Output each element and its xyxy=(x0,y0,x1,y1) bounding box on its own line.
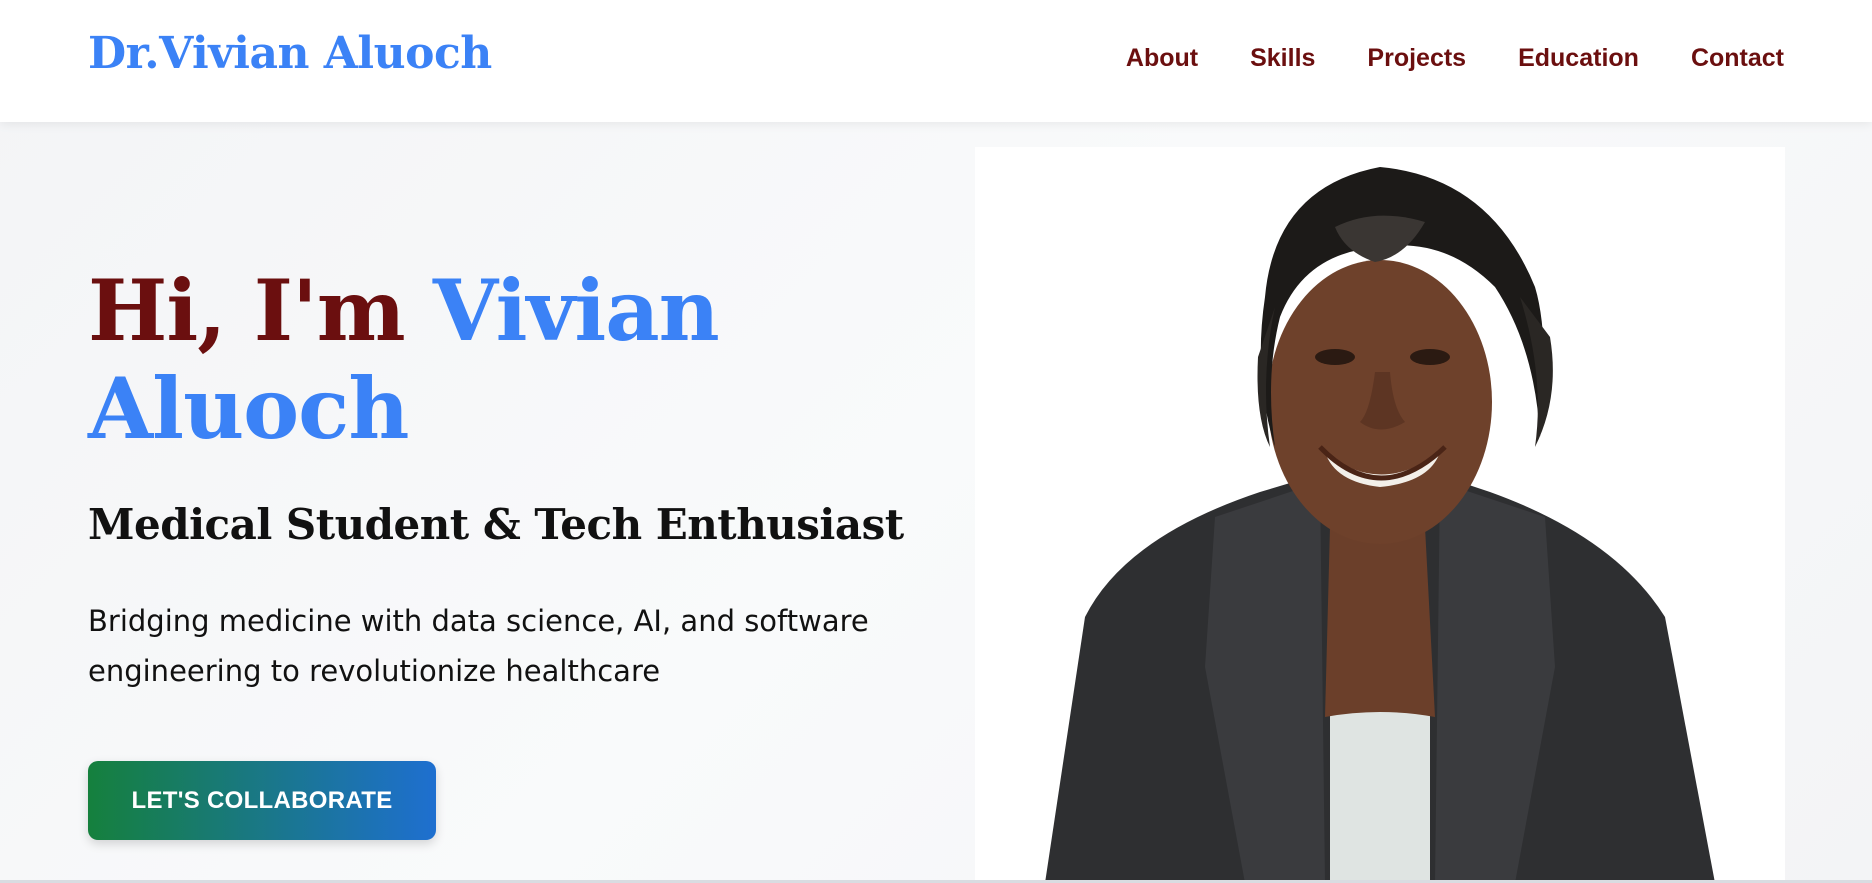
brand-logo[interactable]: Dr.Vivian Aluoch xyxy=(88,28,492,79)
navbar: Dr.Vivian Aluoch About Skills Projects E… xyxy=(0,0,1872,122)
profile-photo xyxy=(975,147,1785,883)
hero-subtitle: Medical Student & Tech Enthusiast xyxy=(88,500,904,549)
collaborate-button[interactable]: LET'S COLLABORATE xyxy=(88,761,436,840)
portrait-illustration xyxy=(975,147,1785,883)
nav-links: About Skills Projects Education Contact xyxy=(1126,44,1784,73)
hero-greeting: Hi, I'm xyxy=(88,261,406,360)
nav-link-contact[interactable]: Contact xyxy=(1691,44,1784,73)
nav-link-skills[interactable]: Skills xyxy=(1250,44,1315,73)
nav-link-education[interactable]: Education xyxy=(1518,44,1639,73)
nav-link-about[interactable]: About xyxy=(1126,44,1198,73)
nav-link-projects[interactable]: Projects xyxy=(1367,44,1466,73)
hero-description: Bridging medicine with data science, AI,… xyxy=(88,604,869,688)
hero-heading: Hi, I'm Vivian Aluoch xyxy=(88,262,868,458)
